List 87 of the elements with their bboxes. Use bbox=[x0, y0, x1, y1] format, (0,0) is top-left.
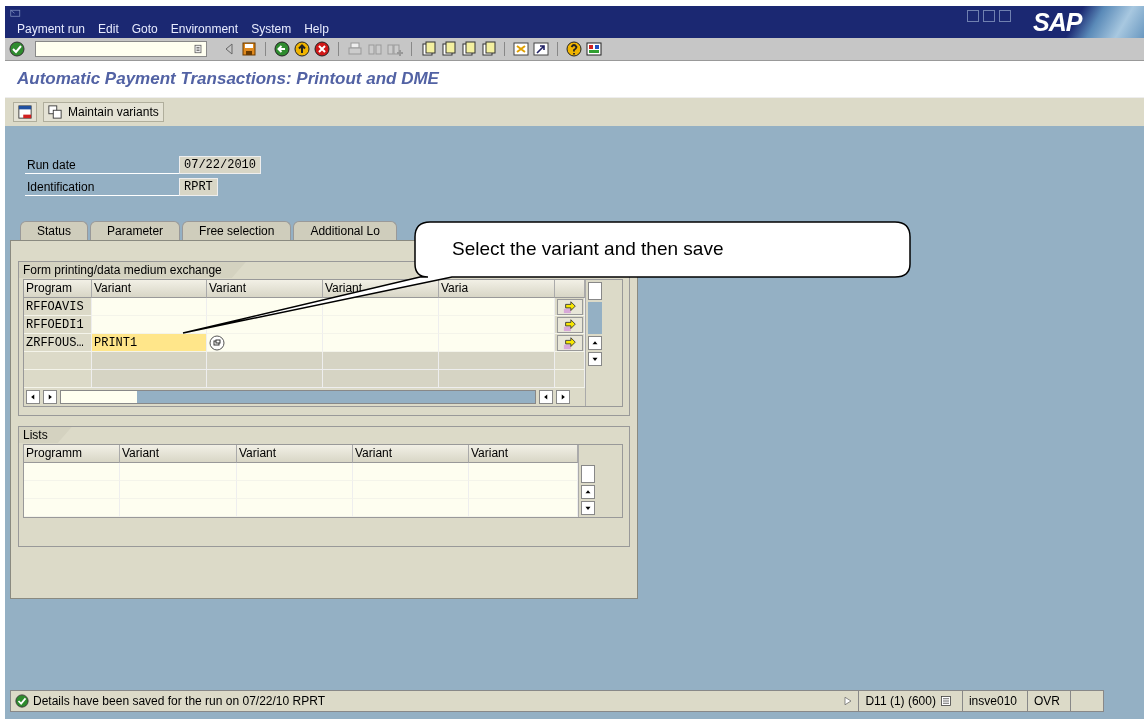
menu-item[interactable]: Goto bbox=[131, 22, 158, 36]
scroll-right-button[interactable] bbox=[556, 390, 570, 404]
scroll-right-button[interactable] bbox=[43, 390, 57, 404]
scroll-up-button[interactable] bbox=[588, 336, 602, 350]
scroll-up-button[interactable] bbox=[581, 485, 595, 499]
scroll-thumb[interactable] bbox=[581, 465, 595, 483]
column-header[interactable]: Variant bbox=[120, 445, 237, 463]
scroll-track[interactable] bbox=[588, 302, 602, 334]
maintain-variants-button[interactable]: Maintain variants bbox=[43, 102, 164, 122]
value-help-icon[interactable] bbox=[209, 334, 225, 351]
horizontal-scrollbar[interactable] bbox=[60, 390, 536, 404]
menu-item[interactable]: Payment run bbox=[17, 22, 86, 36]
scroll-down-button[interactable] bbox=[581, 501, 595, 515]
column-header[interactable]: Variant bbox=[92, 280, 207, 298]
tab[interactable]: Free selection bbox=[182, 221, 292, 240]
table-cell bbox=[24, 352, 92, 370]
table-cell: RFFOAVIS bbox=[24, 298, 92, 316]
field-label: Run date bbox=[25, 156, 179, 174]
variant-cell[interactable]: PRINT1 bbox=[92, 334, 207, 352]
next-page-icon[interactable] bbox=[460, 41, 476, 57]
arrow-right-icon bbox=[562, 317, 577, 332]
column-header bbox=[555, 280, 585, 298]
list-icon[interactable] bbox=[939, 695, 952, 707]
group-title: Form printing/data medium exchange bbox=[19, 262, 246, 278]
field-value: RPRT bbox=[179, 178, 218, 196]
window-menu-icon[interactable] bbox=[9, 8, 23, 20]
logo: SAP bbox=[1033, 7, 1082, 37]
scroll-down-button[interactable] bbox=[588, 352, 602, 366]
back-icon[interactable] bbox=[274, 41, 290, 57]
new-session-icon[interactable] bbox=[513, 41, 529, 57]
cancel-icon[interactable] bbox=[314, 41, 330, 57]
server-name: insve010 bbox=[961, 691, 1023, 711]
column-header[interactable]: Variant bbox=[353, 445, 469, 463]
column-header[interactable]: Variant bbox=[469, 445, 578, 463]
variant-cell[interactable] bbox=[92, 298, 207, 316]
layout-icon[interactable] bbox=[586, 41, 602, 57]
table-cell: ZRFFOUS… bbox=[24, 334, 92, 352]
save-icon[interactable] bbox=[241, 41, 257, 57]
arrow-right-icon bbox=[562, 335, 577, 350]
shortcut-icon[interactable] bbox=[533, 41, 549, 57]
status-message: Details have been saved for the run on 07/22/10 RPRT bbox=[33, 694, 326, 708]
screen-title: Automatic Payment Transactions: Printout and DME bbox=[16, 68, 441, 90]
system-info: D11 (1) (600) bbox=[865, 694, 936, 708]
success-icon bbox=[15, 694, 29, 708]
enter-icon[interactable] bbox=[9, 41, 25, 57]
vertical-scrollbar[interactable] bbox=[585, 280, 604, 406]
arrow-right-icon bbox=[562, 299, 577, 314]
vertical-scrollbar[interactable] bbox=[578, 445, 597, 517]
menu-item[interactable]: Help bbox=[304, 22, 329, 36]
exit-icon[interactable] bbox=[294, 41, 310, 57]
previous-page-icon[interactable] bbox=[440, 41, 456, 57]
scroll-left-button[interactable] bbox=[26, 390, 40, 404]
arrow-button[interactable] bbox=[556, 316, 583, 333]
help-icon[interactable] bbox=[566, 41, 582, 57]
tab[interactable]: Additional Lo bbox=[293, 221, 397, 240]
table-icon bbox=[18, 105, 32, 119]
menu-item[interactable]: Edit bbox=[98, 22, 119, 36]
list-icon[interactable] bbox=[192, 43, 204, 55]
menu-item[interactable]: System bbox=[251, 22, 292, 36]
copy-icon bbox=[48, 105, 62, 119]
column-header[interactable]: Programm bbox=[24, 445, 120, 463]
column-header[interactable]: Variant bbox=[207, 280, 323, 298]
column-header[interactable]: Varia bbox=[439, 280, 555, 298]
arrow-button[interactable] bbox=[556, 298, 583, 315]
overview-button[interactable] bbox=[13, 102, 37, 122]
variant-cell[interactable] bbox=[92, 316, 207, 334]
column-header[interactable]: Variant bbox=[237, 445, 353, 463]
callout-text: Select the variant and then save bbox=[452, 238, 724, 260]
scroll-thumb[interactable] bbox=[588, 282, 602, 300]
tab[interactable]: Status bbox=[20, 221, 89, 240]
scroll-thumb[interactable] bbox=[61, 391, 137, 403]
restore-button[interactable] bbox=[983, 10, 995, 22]
scroll-left-button[interactable] bbox=[539, 390, 553, 404]
field-value: 07/22/2010 bbox=[179, 156, 261, 174]
command-field[interactable] bbox=[35, 41, 207, 57]
insert-mode: OVR bbox=[1027, 691, 1066, 711]
close-button[interactable] bbox=[999, 10, 1011, 22]
tab[interactable]: Parameter bbox=[90, 221, 181, 240]
first-page-icon[interactable] bbox=[420, 41, 436, 57]
last-page-icon[interactable] bbox=[480, 41, 496, 57]
group-title: Lists bbox=[19, 427, 72, 443]
field-label: Identification bbox=[25, 178, 179, 196]
table-cell: RFFOEDI1 bbox=[24, 316, 92, 334]
column-header[interactable]: Program bbox=[24, 280, 92, 298]
minimize-button[interactable] bbox=[967, 10, 979, 22]
menu-item[interactable]: Environment bbox=[170, 22, 239, 36]
arrow-button[interactable] bbox=[556, 334, 583, 351]
